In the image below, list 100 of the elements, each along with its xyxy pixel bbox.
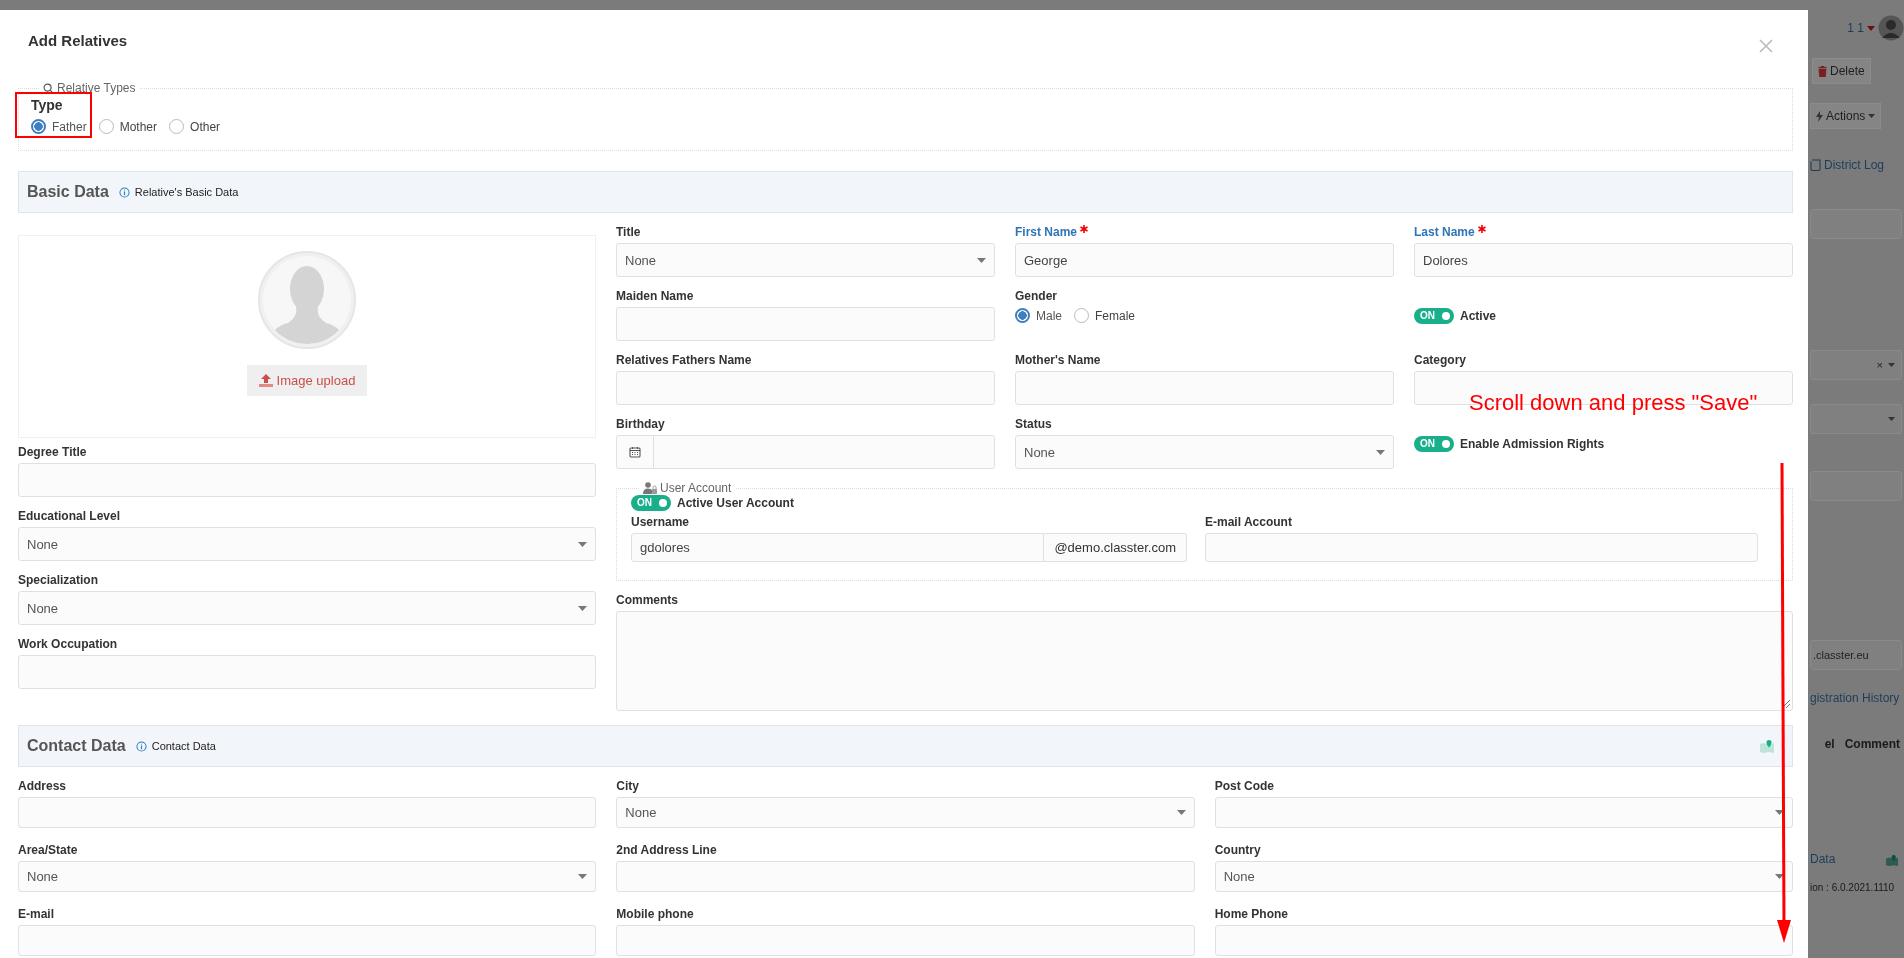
comments-textarea[interactable] (616, 611, 1793, 711)
field-label: City (616, 779, 640, 793)
select-field[interactable]: None (616, 243, 995, 277)
text-field[interactable] (18, 925, 597, 956)
panel-legend: Relative Types (57, 81, 136, 95)
modal-title: Add Relatives (28, 32, 128, 49)
select-field[interactable]: None (1214, 861, 1793, 892)
select-field[interactable]: None (18, 861, 597, 892)
field-label: First Name (1015, 225, 1078, 239)
radio-option[interactable]: Mother (98, 119, 158, 134)
avatar-silhouette-icon (258, 251, 356, 349)
date-field[interactable] (616, 435, 995, 469)
caret-icon (1888, 363, 1895, 367)
column-header: el (1824, 737, 1835, 751)
text-field[interactable] (18, 655, 596, 689)
search-icon (43, 82, 54, 94)
text-field[interactable] (1015, 371, 1394, 405)
caret-icon (1867, 25, 1875, 31)
text-field[interactable]: Dolores (1414, 243, 1793, 277)
select-field[interactable]: None (18, 591, 596, 625)
text-field[interactable] (616, 371, 995, 405)
annotation-text: Scroll down and press "Save" (1469, 390, 1758, 416)
caret-icon (1888, 417, 1895, 421)
info-icon (135, 740, 147, 752)
field-label: Gender (1015, 289, 1057, 303)
field-label: Maiden Name (616, 289, 694, 303)
caret-icon (1775, 810, 1784, 815)
caret-icon (1176, 810, 1186, 815)
field-label: Work Occupation (18, 637, 119, 651)
radio-option[interactable]: Other (169, 119, 221, 134)
field-label: Birthday (616, 417, 665, 431)
field-label: Home Phone (1214, 907, 1289, 921)
toggle-label: Enable Admission Rights (1460, 437, 1605, 451)
toggle-label: Active User Account (677, 496, 794, 510)
avatar-icon[interactable] (1878, 15, 1904, 41)
select-field[interactable]: None (616, 797, 1195, 828)
text-field[interactable] (616, 861, 1195, 892)
field-label: Educational Level (18, 509, 122, 523)
actions-button[interactable]: Actions (1810, 103, 1882, 129)
section-info: Relative's Basic Data (134, 186, 239, 198)
field-label: E-mail Account (1205, 515, 1293, 529)
field-label: Degree Title (18, 445, 88, 459)
delete-button[interactable]: Delete (1812, 58, 1871, 84)
caret-icon (578, 605, 587, 611)
upload-icon (258, 374, 273, 387)
text-field[interactable] (616, 307, 995, 341)
field-label: Specialization (18, 573, 100, 587)
caret-icon (977, 257, 986, 263)
radio-option[interactable]: Male (1015, 308, 1062, 323)
text-field[interactable] (1214, 925, 1793, 956)
column-header: Comment (1844, 737, 1900, 751)
trash-icon (1818, 65, 1827, 77)
select-field[interactable]: None (1015, 435, 1394, 469)
field-label: Country (1214, 843, 1262, 857)
field-label: Username (631, 515, 691, 529)
info-icon (118, 186, 130, 198)
scroll-icon (1810, 159, 1821, 171)
bolt-icon (1816, 110, 1823, 122)
field-label: Status (1015, 417, 1052, 431)
username-field[interactable]: gdolores (631, 533, 1045, 562)
field-label: Last Name (1414, 225, 1475, 239)
caret-icon (1775, 874, 1784, 879)
image-upload-button[interactable]: Image upload (246, 365, 368, 396)
email-domain-addon: @demo.classter.com (1044, 533, 1187, 562)
field-label: Post Code (1214, 779, 1275, 793)
select-field[interactable]: None (18, 527, 596, 561)
field-label: 2nd Address Line (616, 843, 718, 857)
caret-icon (1868, 114, 1876, 118)
field-label: Category (1414, 353, 1466, 367)
map-pin-icon[interactable] (1760, 739, 1774, 753)
text-field[interactable] (616, 925, 1195, 956)
field-label: Title (616, 225, 641, 239)
calendar-icon (629, 446, 641, 458)
email-field[interactable]: .classter.eu (1810, 640, 1902, 670)
field-label: E-mail (18, 907, 55, 921)
version-text: ion : 6.0.2021.1110 (1810, 881, 1895, 893)
caret-icon (578, 874, 588, 879)
select-field[interactable] (1810, 404, 1902, 434)
close-icon[interactable] (1759, 38, 1773, 53)
text-field[interactable] (1205, 533, 1758, 562)
field-label: Comments (616, 593, 679, 607)
toggle-label: Active (1460, 309, 1497, 323)
text-field[interactable]: George (1015, 243, 1394, 277)
text-field[interactable] (18, 797, 597, 828)
section-title: Contact Data (27, 737, 126, 755)
text-field[interactable] (18, 463, 596, 497)
section-title: Basic Data (27, 183, 109, 201)
field-label: Area/State (18, 843, 79, 857)
section-info: Contact Data (151, 740, 216, 752)
map-pin-icon (1886, 855, 1898, 866)
panel-legend: User Account (660, 481, 732, 495)
caret-icon (1376, 449, 1385, 455)
field-label: Type (31, 97, 63, 113)
select-field[interactable]: × (1810, 350, 1902, 380)
caret-icon (578, 541, 587, 547)
user-lock-icon (643, 482, 657, 494)
field-label: Relatives Fathers Name (616, 353, 752, 367)
radio-option[interactable]: Female (1074, 308, 1136, 323)
field-label: Mobile phone (616, 907, 695, 921)
radio-option[interactable]: Father (31, 119, 87, 134)
